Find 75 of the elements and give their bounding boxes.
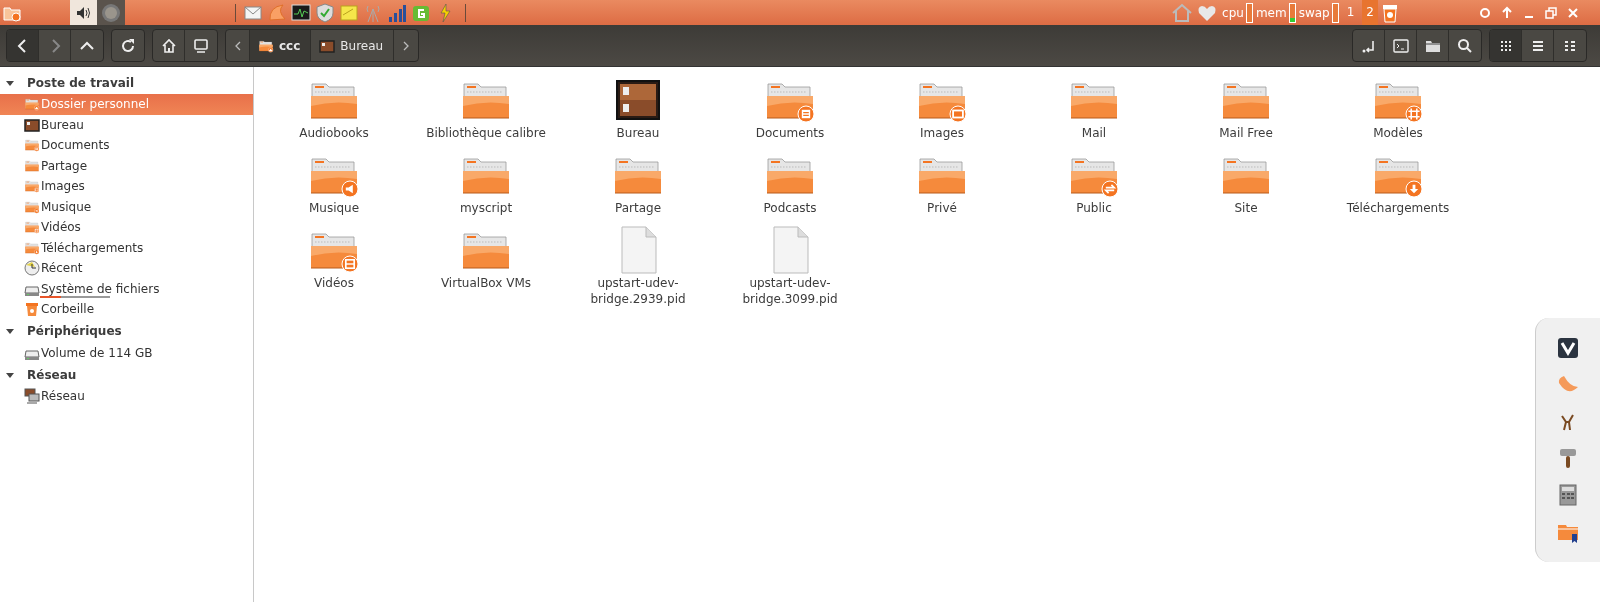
file-name: Partage [613,200,662,216]
v-logo-icon[interactable] [1556,336,1580,361]
breadcrumb-button[interactable]: Bureau [311,30,395,61]
record-icon[interactable] [1478,5,1492,20]
heart-icon[interactable] [1197,3,1218,22]
file-name: Modèles [1372,125,1424,141]
sidebar-item[interactable]: Documents [0,135,253,156]
restore-icon[interactable] [1544,5,1558,20]
computer-icon [193,37,209,54]
sidebar-item[interactable]: Musique [0,196,253,217]
terminal-icon [1392,37,1409,54]
desktop-picture-icon [319,37,336,54]
file-name: Podcasts [762,200,818,216]
desktop-picture-icon [24,116,40,133]
sidebar-item[interactable]: Réseau [0,386,253,407]
document-file-icon [618,226,658,274]
folder-emblem-icon [24,219,40,236]
file-name: Site [1233,200,1259,216]
chevron-left-icon [233,40,242,51]
back-button[interactable] [7,30,39,61]
file-name: Téléchargements [1345,200,1451,216]
shield-check-icon[interactable] [315,2,335,23]
meter-label: mem [1255,5,1287,20]
file-name: VirtualBox VMs [439,275,533,291]
home-icon [160,37,177,54]
grid-view-button[interactable] [1490,30,1522,61]
file-name: Public [1075,200,1113,216]
sidebar-item[interactable]: Corbeille [0,299,253,320]
meter-label: swap [1298,5,1330,20]
file-name: Privé [926,200,958,216]
sidebar-item[interactable]: Bureau [0,114,253,135]
sidebar-item[interactable]: Système de fichiers [0,278,253,299]
breadcrumb-button[interactable]: ccc [250,30,312,61]
sidebar-item[interactable]: Images [0,176,253,197]
file-name: upstart-udev-bridge.3099.pid [741,275,839,307]
file-name: Bibliothèque calibre [426,125,546,141]
file-name: myscript [458,200,514,216]
file-name: Documents [754,125,826,141]
sidebar-item[interactable]: Téléchargements [0,237,253,258]
trash-icon[interactable] [1380,2,1400,23]
search-icon [1457,37,1473,54]
sound-tray-button[interactable] [70,0,97,25]
reload-icon [120,37,136,54]
network-computer-icon [24,388,40,405]
folder-emblem-icon [24,178,40,195]
file-name: Mail Free [1218,125,1274,141]
sidebar-item[interactable]: Partage [0,155,253,176]
sidebar-item[interactable]: Vidéos [0,217,253,238]
file-name: Mail [1080,125,1108,141]
section-header[interactable]: Réseau [0,363,253,386]
document-file-icon [770,226,810,274]
sidebar-item[interactable]: Volume de 114 GB [0,342,253,363]
disc-icon [101,2,121,23]
close-icon[interactable] [1566,5,1580,20]
file-name: Bureau [615,125,661,141]
activity-monitor-icon[interactable] [291,2,311,23]
note-icon[interactable] [339,2,359,23]
up-arrow-icon[interactable] [1500,5,1514,20]
calculator-icon[interactable] [1556,482,1580,507]
clock-icon [24,260,40,277]
chevron-right-icon [402,40,411,51]
folder-emblem-icon [24,137,40,154]
expanded-arrow-icon [5,326,15,336]
signal-bars-icon[interactable] [387,2,407,23]
section-header[interactable]: Poste de travail [0,71,253,94]
section-header[interactable]: Périphériques [0,319,253,343]
meter-label: cpu [1222,5,1244,20]
file-name: Audiobooks [298,125,370,141]
sidebar-item[interactable]: Récent [0,258,253,279]
file-name: Images [919,125,965,141]
file-name: Vidéos [313,275,355,291]
file-name: upstart-udev-bridge.2939.pid [589,275,687,307]
trash-icon [24,301,40,318]
file-name: Musique [307,200,361,216]
home-folder-icon [24,96,40,113]
